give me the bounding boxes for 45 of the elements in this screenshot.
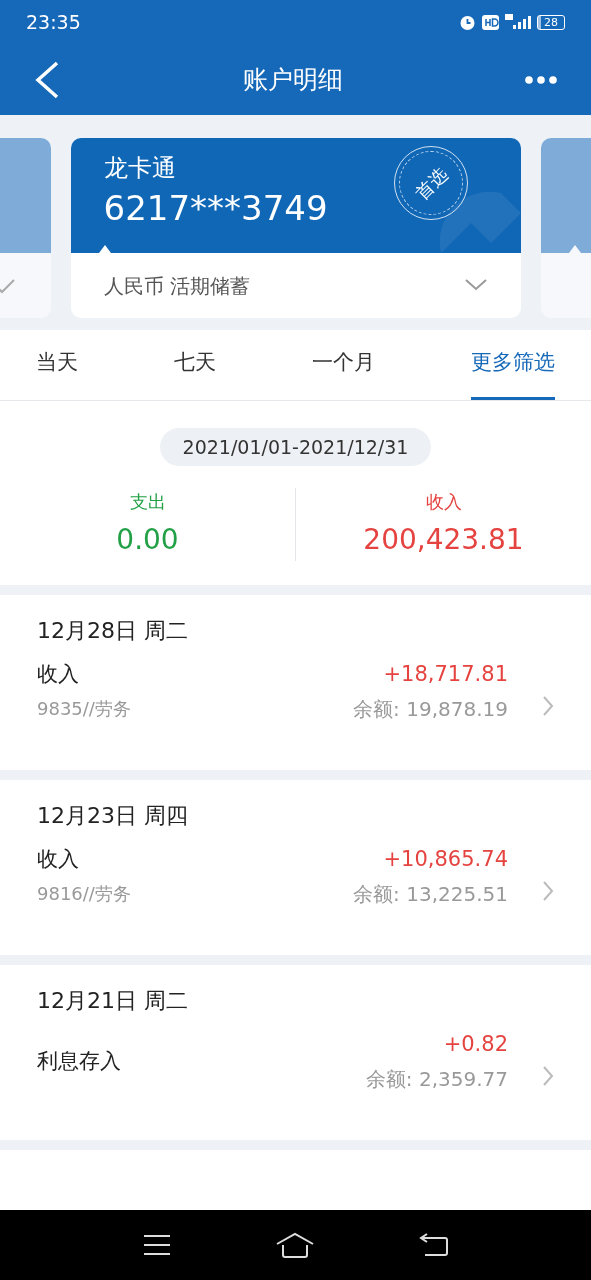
transaction-amount: +10,865.74 (383, 846, 508, 873)
pointer-notch (98, 245, 111, 253)
filter-tab[interactable]: 一个月 (312, 329, 375, 400)
date-range-chip[interactable]: 2021/01/01-2021/12/31 (159, 427, 432, 466)
summary-label: 收入 (425, 490, 462, 514)
chevron-right-icon[interactable] (542, 695, 554, 717)
transaction-date: 12月23日 周四 (37, 802, 189, 830)
transaction-card[interactable]: 12月21日 周二 利息存入 +0.82 余额: 2,359.77 (0, 965, 591, 1140)
transaction-date: 12月21日 周二 (37, 987, 189, 1015)
transaction-date: 12月28日 周二 (37, 617, 189, 645)
summary-label: 支出 (129, 490, 166, 514)
menu-icon[interactable] (142, 1234, 171, 1256)
filter-tab[interactable]: 当天 (36, 329, 78, 400)
status-time: 23:35 (26, 9, 81, 35)
transaction-note: 9816//劳务 (37, 882, 132, 906)
transaction-card[interactable]: 12月28日 周二 收入 9835//劳务 +18,717.81 余额: 19,878.19 (0, 595, 591, 770)
transaction-amount: +18,717.81 (383, 661, 508, 688)
home-icon[interactable] (275, 1232, 314, 1258)
balance-text: 余额: 19,878.19 (353, 696, 508, 723)
back-nav-icon[interactable] (418, 1233, 449, 1257)
card-number: 6217***3749 (103, 187, 328, 230)
chevron-right-icon[interactable] (542, 1065, 554, 1087)
alarm-icon (459, 13, 476, 31)
page-title: 账户明细 (242, 63, 343, 96)
transaction-type: 收入 (37, 846, 80, 873)
chevron-right-icon[interactable] (542, 880, 554, 902)
account-type: 人民币 活期储蓄 (103, 272, 250, 300)
more-icon[interactable] (525, 75, 557, 84)
transaction-amount: +0.82 (443, 1031, 508, 1058)
transaction-card[interactable]: 12月23日 周四 收入 9816//劳务 +10,865.74 余额: 13,225.51 (0, 780, 591, 955)
signal-icon (505, 14, 531, 30)
transaction-note: 9835//劳务 (37, 697, 132, 721)
summary-amount: 200,423.81 (363, 522, 524, 558)
hd-icon (482, 14, 499, 30)
battery-icon: 28 (537, 14, 565, 30)
back-icon[interactable] (34, 60, 60, 99)
pointer-notch (568, 245, 581, 253)
card-name: 龙卡通 (103, 153, 176, 184)
summary-amount: 0.00 (116, 522, 179, 558)
filter-tab[interactable]: 七天 (174, 329, 216, 400)
balance-text: 余额: 2,359.77 (365, 1066, 508, 1093)
transaction-type: 利息存入 (37, 1048, 122, 1075)
account-card[interactable]: 龙卡通 6217***3749 首选 人民币 活期储蓄 (70, 138, 521, 318)
transaction-type: 收入 (37, 661, 80, 688)
balance-text: 余额: 13,225.51 (353, 881, 508, 908)
